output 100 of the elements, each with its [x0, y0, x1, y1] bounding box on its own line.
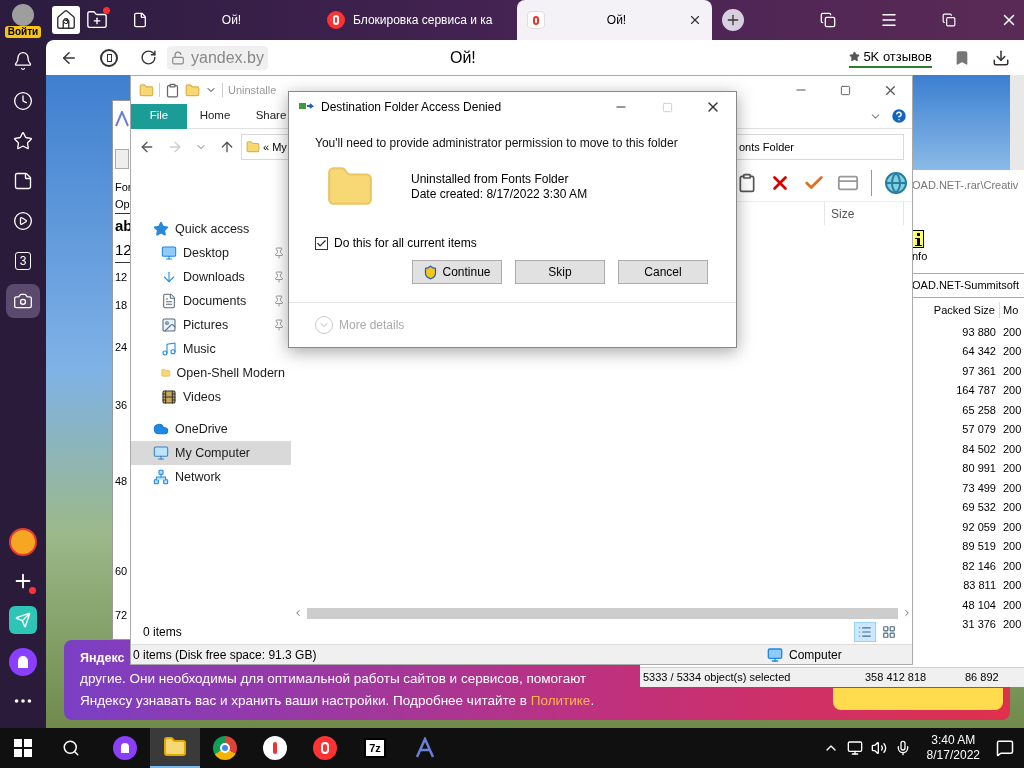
browser-tab[interactable]: Блокировка сервиса и ка [317, 0, 517, 40]
font-preview-text: 12 [115, 240, 133, 260]
bookmark-icon[interactable] [954, 49, 970, 66]
table-cell-text: 164 787 [955, 383, 997, 398]
assistant-icon[interactable] [9, 648, 37, 676]
scroll-right-icon[interactable] [902, 608, 912, 618]
font-size-label: 60 [115, 563, 128, 579]
dialog-button[interactable]: Cancel [618, 260, 708, 284]
font-app-icon [115, 111, 129, 127]
status-text: 0 items (Disk free space: 91.3 GB) [132, 646, 318, 664]
desktop-icon [161, 245, 177, 261]
archiver-button[interactable]: 7z [350, 728, 400, 768]
nav-item[interactable]: Network [131, 465, 291, 489]
browser-tab[interactable]: Ой! [517, 0, 712, 40]
folder-icon [163, 735, 187, 759]
table-cell-text: 31 376 [961, 617, 997, 632]
details-view-button[interactable] [854, 622, 876, 642]
help-icon[interactable] [890, 107, 908, 125]
close-tab-icon[interactable] [688, 13, 702, 27]
star-icon[interactable] [13, 131, 33, 151]
nav-item[interactable]: Documents [131, 289, 291, 313]
table-cell-text: 92 059 [961, 519, 997, 535]
download-icon[interactable] [992, 48, 1010, 67]
ribbon-tab[interactable]: Home [187, 103, 243, 129]
nav-item[interactable]: Quick access [131, 217, 291, 241]
table-cell-text: 200 [1002, 480, 1022, 496]
menu-icon[interactable] [880, 11, 898, 29]
scrollbar-thumb[interactable] [307, 607, 898, 619]
nav-item[interactable]: Open-Shell Modern [131, 361, 291, 385]
restore-icon[interactable] [942, 13, 956, 27]
reload-icon[interactable] [140, 49, 157, 66]
up-icon[interactable] [219, 139, 235, 155]
taskbar-app[interactable] [150, 728, 200, 768]
font-app-icon [414, 737, 436, 759]
nav-item[interactable]: Desktop [131, 241, 291, 265]
folder-icon [246, 140, 260, 154]
font-size-label: 36 [115, 397, 128, 413]
collections-icon[interactable] [820, 12, 836, 28]
nav-item[interactable]: Pictures [131, 313, 291, 337]
browser-tab[interactable]: Ой! [122, 0, 317, 40]
tab-counter-button[interactable]: 3 [52, 6, 80, 34]
font-size-label: 12 [115, 269, 128, 285]
camera-icon[interactable] [13, 291, 33, 311]
send-icon [15, 612, 31, 628]
play-icon[interactable] [13, 211, 33, 231]
clock[interactable]: 3:40 AM 8/17/2022 [926, 733, 980, 763]
yandex-page-icon [527, 11, 545, 29]
nav-item[interactable]: Music [131, 337, 291, 361]
computer-icon [153, 445, 169, 461]
table-cell-text: 200 [1002, 461, 1022, 476]
notes-icon[interactable] [13, 171, 33, 191]
clock-icon[interactable] [13, 91, 33, 111]
status-text: 86 892 [964, 670, 999, 686]
column-header[interactable]: Size [824, 202, 904, 225]
search-icon[interactable] [62, 739, 80, 757]
nav-item[interactable]: Videos [131, 385, 291, 409]
column-header[interactable]: Mo [1000, 301, 1019, 319]
avatar-icon[interactable] [12, 4, 34, 26]
shell-icon[interactable] [884, 171, 908, 195]
properties-icon[interactable] [165, 82, 180, 98]
yandex-button[interactable] [100, 48, 118, 67]
bell-icon[interactable] [13, 51, 33, 71]
archive-path: OAD.NET-.rar\Creativ [912, 177, 1019, 193]
reviews-link[interactable]: 5K отзывов [863, 46, 932, 67]
pin-icon [273, 247, 285, 259]
new-tab-button[interactable] [722, 9, 744, 31]
notifications-icon[interactable] [996, 739, 1014, 757]
dialog-button[interactable]: Skip [515, 260, 605, 284]
star-icon [153, 221, 169, 237]
toolbar-label: nfo [912, 249, 929, 265]
status-text: 5333 / 5334 object(s) selected [642, 670, 792, 686]
pin-icon [273, 319, 285, 331]
new-tab-group-icon[interactable] [86, 9, 108, 31]
paste-icon[interactable] [737, 173, 757, 193]
nav-item[interactable]: OneDrive [131, 417, 291, 441]
picture-icon [161, 317, 177, 333]
banner-text: Яндексу узнавать вас и хранить ваши настройки. Подробнее читайте в Политике. [80, 692, 595, 710]
window-title: Uninstalle [228, 82, 277, 98]
volume-icon[interactable] [870, 740, 887, 756]
nav-item[interactable]: Downloads [131, 265, 291, 289]
back-icon[interactable] [139, 139, 155, 155]
tab-counter-button[interactable]: 3 [15, 252, 31, 270]
table-cell-text: 200 [1002, 539, 1022, 554]
lock-icon [171, 50, 185, 65]
table-cell-text: 200 [1002, 558, 1022, 574]
nav-item[interactable]: My Computer [131, 441, 291, 465]
dialog-title: Destination Folder Access Denied [321, 99, 502, 116]
table-cell-text: 200 [1002, 597, 1022, 613]
item-date: Date created: 8/17/2022 3:30 AM [411, 187, 588, 202]
maximize-icon[interactable] [840, 84, 851, 96]
font-size-label: 48 [115, 473, 128, 489]
dialog-button[interactable]: Continue [412, 260, 502, 284]
send-app-button[interactable] [9, 606, 37, 634]
scroll-left-icon[interactable] [293, 608, 303, 618]
apply-all-checkbox[interactable]: Do this for all current items [315, 234, 477, 252]
mail-icon[interactable] [9, 528, 37, 556]
network-icon[interactable] [846, 740, 863, 756]
start-icon[interactable] [14, 739, 32, 757]
login-label[interactable]: Войти [4, 26, 42, 38]
table-cell-text: 200 [1002, 519, 1022, 535]
